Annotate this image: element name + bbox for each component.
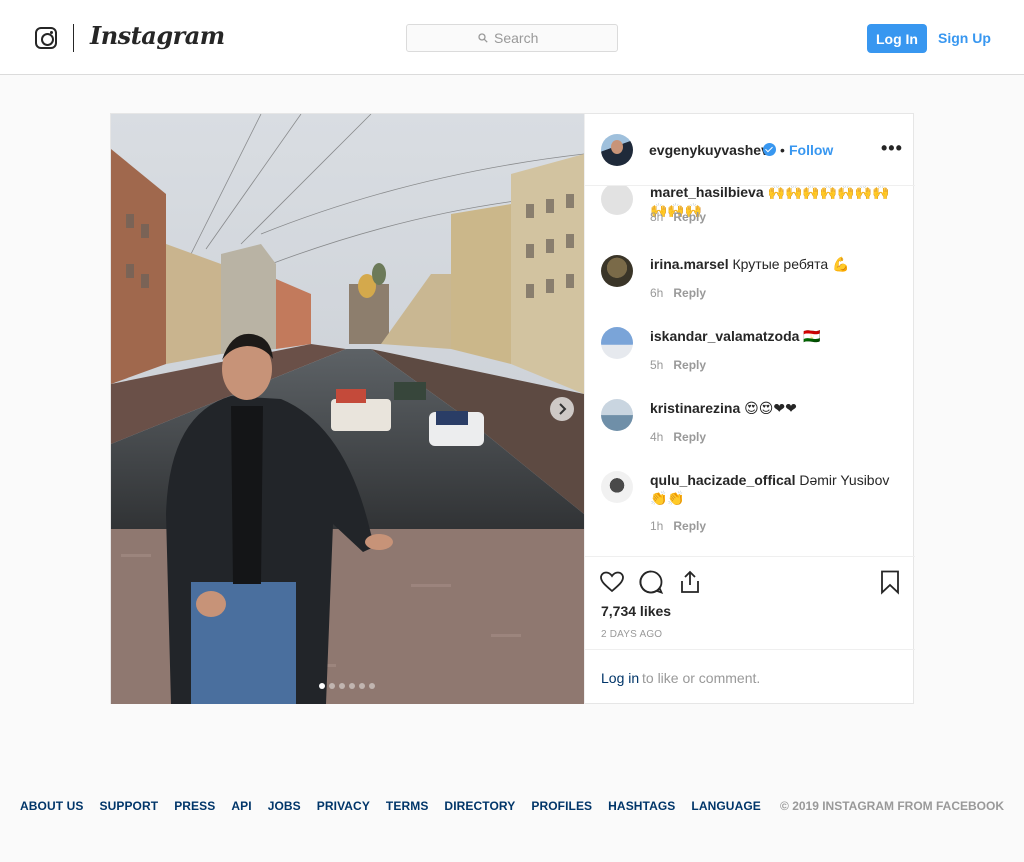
share-icon[interactable]: [677, 569, 703, 595]
chevron-right-icon: [559, 403, 567, 415]
footer-nav: ABOUT US SUPPORT PRESS API JOBS PRIVACY TERMS D…: [20, 799, 761, 813]
footer-link-jobs[interactable]: JOBS: [268, 799, 301, 813]
commenter-avatar[interactable]: [601, 471, 633, 503]
post-sidebar: evgenykuyvashev • Follow ••• maret_hasil…: [584, 114, 915, 704]
footer-link-terms[interactable]: TERMS: [386, 799, 429, 813]
reply-button[interactable]: Reply: [673, 358, 706, 372]
heart-icon[interactable]: [599, 569, 625, 595]
comment-time[interactable]: 1h: [650, 519, 663, 533]
post-header: evgenykuyvashev • Follow •••: [585, 114, 915, 186]
carousel-next-button[interactable]: [550, 397, 574, 421]
comment-meta: 6h Reply: [650, 286, 706, 300]
copyright: © 2019 INSTAGRAM FROM FACEBOOK: [780, 799, 1004, 813]
footer-link-support[interactable]: SUPPORT: [99, 799, 158, 813]
log-in-button[interactable]: Log In: [867, 24, 927, 53]
carousel-dot: [329, 683, 335, 689]
bookmark-icon[interactable]: [877, 569, 903, 595]
footer-link-privacy[interactable]: PRIVACY: [317, 799, 370, 813]
reply-button[interactable]: Reply: [673, 286, 706, 300]
post-actions: 7,734 likes 2 DAYS AGO Log in to like or…: [585, 556, 915, 704]
comment-text: kristinarezina 😍😍❤❤: [650, 399, 900, 417]
comment-time[interactable]: 5h: [650, 358, 663, 372]
comment-text: qulu_hacizade_offical Dəmir Yusibov 👏👏: [650, 471, 900, 507]
comment-body: 🇹🇯: [803, 328, 821, 344]
post-card: evgenykuyvashev • Follow ••• maret_hasil…: [110, 113, 915, 704]
reply-button[interactable]: Reply: [673, 430, 706, 444]
footer-link-directory[interactable]: DIRECTORY: [444, 799, 515, 813]
commenter-avatar[interactable]: [601, 255, 633, 287]
commenter-avatar[interactable]: [601, 327, 633, 359]
comment-username[interactable]: qulu_hacizade_offical: [650, 472, 795, 488]
sign-up-link[interactable]: Sign Up: [938, 30, 991, 46]
commenter-avatar[interactable]: [601, 399, 633, 431]
comment-username[interactable]: kristinarezina: [650, 400, 740, 416]
footer-link-language[interactable]: LANGUAGE: [691, 799, 760, 813]
comment-username[interactable]: maret_hasilbieva: [650, 186, 764, 200]
carousel-dot: [319, 683, 325, 689]
comment-time[interactable]: 6h: [650, 286, 663, 300]
comment-meta: 8h Reply: [650, 210, 706, 224]
logo-divider: [73, 24, 74, 52]
author-avatar[interactable]: [601, 134, 633, 166]
verified-badge-icon: [763, 143, 776, 156]
footer-link-profiles[interactable]: PROFILES: [531, 799, 592, 813]
carousel-dot: [349, 683, 355, 689]
comment-body: 😍😍❤❤: [744, 400, 797, 416]
comment-bubble-icon[interactable]: [638, 569, 664, 595]
carousel-dot: [359, 683, 365, 689]
log-in-link[interactable]: Log in: [601, 670, 639, 686]
instagram-camera-icon[interactable]: [35, 27, 57, 49]
reply-button[interactable]: Reply: [673, 210, 706, 224]
login-prompt: Log in to like or comment.: [585, 649, 915, 705]
comment-body: Крутые ребята 💪: [732, 256, 850, 272]
search-box[interactable]: [406, 24, 618, 52]
likes-count[interactable]: 7,734 likes: [601, 603, 671, 619]
comment-username[interactable]: iskandar_valamatzoda: [650, 328, 799, 344]
search-input[interactable]: [494, 30, 546, 46]
comment-meta: 1h Reply: [650, 519, 706, 533]
post-photo[interactable]: [111, 114, 584, 704]
reply-button[interactable]: Reply: [673, 519, 706, 533]
top-navbar: Instagram Log In Sign Up: [0, 0, 1024, 75]
footer-link-press[interactable]: PRESS: [174, 799, 215, 813]
carousel-dot: [339, 683, 345, 689]
author-username[interactable]: evgenykuyvashev: [649, 142, 769, 158]
comment-meta: 5h Reply: [650, 358, 706, 372]
comment-body-line2: 👏👏: [650, 490, 685, 506]
comment-time[interactable]: 8h: [650, 210, 663, 224]
comments-list[interactable]: maret_hasilbieva 🙌🙌🙌🙌🙌🙌🙌🙌🙌🙌 8h Reply irin…: [585, 186, 915, 556]
login-prompt-text: to like or comment.: [642, 670, 761, 686]
bullet-separator: •: [780, 142, 785, 158]
follow-button[interactable]: Follow: [789, 142, 833, 158]
footer-link-api[interactable]: API: [231, 799, 251, 813]
footer-link-about-us[interactable]: ABOUT US: [20, 799, 83, 813]
carousel-indicator: [319, 683, 375, 689]
post-timestamp[interactable]: 2 DAYS AGO: [601, 629, 662, 640]
comment-meta: 4h Reply: [650, 430, 706, 444]
comment-text: irina.marsel Крутые ребята 💪: [650, 255, 900, 273]
instagram-wordmark[interactable]: Instagram: [90, 21, 225, 50]
carousel-dot: [369, 683, 375, 689]
comment-text: iskandar_valamatzoda 🇹🇯: [650, 327, 900, 345]
comment-username[interactable]: irina.marsel: [650, 256, 729, 272]
comment-time[interactable]: 4h: [650, 430, 663, 444]
search-icon: [478, 33, 488, 43]
canal-photo: [111, 114, 584, 704]
commenter-avatar[interactable]: [601, 186, 633, 215]
more-options-icon[interactable]: •••: [881, 138, 903, 159]
comment-body: Dəmir Yusibov: [799, 472, 890, 488]
footer-link-hashtags[interactable]: HASHTAGS: [608, 799, 675, 813]
